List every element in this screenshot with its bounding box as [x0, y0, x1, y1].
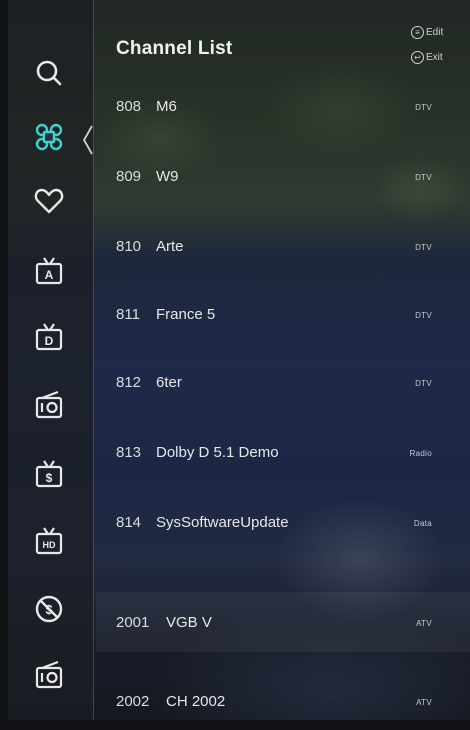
channel-row[interactable]: 2002 CH 2002 ATV	[96, 660, 470, 720]
channel-number: 810	[116, 238, 142, 255]
edit-label: Edit	[426, 27, 444, 38]
channel-number: 808	[116, 98, 142, 115]
channel-type: ATV	[416, 698, 432, 707]
channel-number: 2001	[116, 614, 150, 631]
radio-icon[interactable]	[30, 386, 68, 424]
radio-icon-2[interactable]	[30, 656, 68, 694]
channel-name: VGB V	[166, 614, 212, 631]
favorite-heart-icon[interactable]	[30, 182, 68, 220]
channel-name: Dolby D 5.1 Demo	[156, 444, 279, 461]
channel-name: Arte	[156, 238, 184, 255]
chevron-left-icon	[82, 125, 93, 155]
channels-icon[interactable]	[30, 118, 68, 156]
channel-type: Data	[413, 519, 432, 528]
channel-type: DTV	[415, 173, 432, 182]
search-icon[interactable]	[30, 54, 68, 92]
channel-number: 2002	[116, 693, 150, 710]
channel-name: W9	[156, 168, 179, 185]
page-title: Channel List	[116, 38, 233, 59]
exit-label: Exit	[426, 52, 443, 63]
channel-row[interactable]: 810 Arte DTV	[96, 226, 470, 286]
tv-a-icon[interactable]: A	[30, 252, 68, 290]
tv-hd-icon[interactable]: HD	[30, 522, 68, 560]
screen-edge-bottom	[0, 720, 470, 730]
channel-type: ATV	[416, 619, 432, 628]
channel-type: DTV	[415, 103, 432, 112]
svg-text:D: D	[45, 334, 54, 348]
channel-number: 813	[116, 444, 142, 461]
menu-icon: ≡	[411, 26, 424, 39]
back-icon: ↩	[411, 51, 424, 64]
channel-name: France 5	[156, 306, 216, 323]
channel-row[interactable]: 812 6ter DTV	[96, 362, 470, 422]
svg-text:$: $	[46, 471, 53, 485]
channel-name: M6	[156, 98, 177, 115]
edit-button[interactable]: ≡ Edit	[411, 26, 443, 39]
screen-edge	[0, 0, 8, 730]
svg-text:A: A	[45, 268, 54, 282]
channel-number: 809	[116, 168, 142, 185]
channel-type: DTV	[415, 311, 432, 320]
exit-button[interactable]: ↩ Exit	[411, 51, 443, 64]
category-sidebar: A D $ HD $	[8, 0, 94, 720]
free-channel-icon[interactable]: $	[30, 590, 68, 628]
tv-paid-icon[interactable]: $	[30, 455, 68, 493]
channel-row[interactable]: 2001 VGB V ATV	[96, 592, 470, 652]
channel-type: DTV	[415, 379, 432, 388]
channel-number: 814	[116, 514, 142, 531]
channel-number: 811	[116, 306, 140, 323]
channel-name: SysSoftwareUpdate	[156, 514, 289, 531]
channel-row[interactable]: 808 M6 DTV	[96, 96, 470, 156]
channel-row[interactable]: 811 France 5 DTV	[96, 294, 470, 354]
channel-row[interactable]: 809 W9 DTV	[96, 160, 470, 220]
channel-number: 812	[116, 374, 142, 391]
channel-row[interactable]: 813 Dolby D 5.1 Demo Radio	[96, 430, 470, 490]
svg-text:$: $	[45, 602, 53, 617]
channel-type: DTV	[415, 243, 432, 252]
channel-name: CH 2002	[166, 693, 226, 710]
tv-d-icon[interactable]: D	[30, 318, 68, 356]
svg-text:HD: HD	[43, 540, 56, 550]
channel-row[interactable]: 814 SysSoftwareUpdate Data	[96, 500, 470, 560]
channel-name: 6ter	[156, 374, 182, 391]
channel-type: Radio	[409, 449, 432, 458]
